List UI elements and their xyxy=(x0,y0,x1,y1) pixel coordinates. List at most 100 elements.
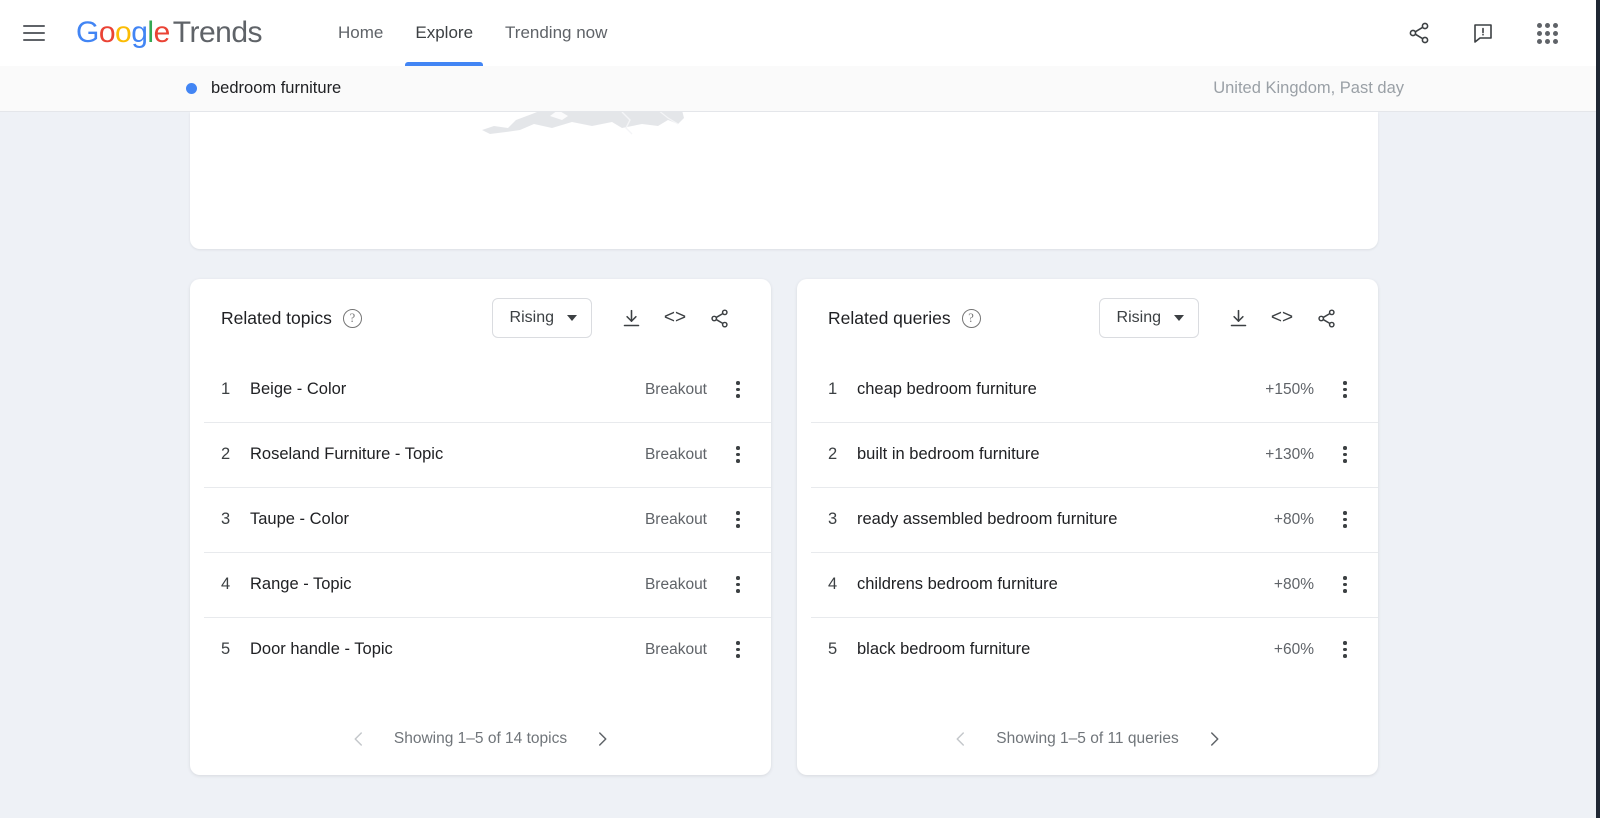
google-trends-logo[interactable]: Go o g l e Trends xyxy=(76,16,263,50)
related-cards-row: Related topics ? Rising <> 1 Beige - Col… xyxy=(190,279,1378,775)
logo-letter: e xyxy=(153,16,171,49)
header-actions xyxy=(1404,18,1600,48)
row-label: Beige - Color xyxy=(250,380,347,398)
nav-tab-trending-now[interactable]: Trending now xyxy=(489,0,623,66)
nav-tab-home[interactable]: Home xyxy=(322,0,399,66)
row-label: childrens bedroom furniture xyxy=(857,575,1058,593)
table-row[interactable]: 4 childrens bedroom furniture +80% xyxy=(797,552,1378,617)
table-row[interactable]: 2 Roseland Furniture - Topic Breakout xyxy=(190,422,771,487)
topics-filter-dropdown[interactable]: Rising xyxy=(491,298,592,338)
share-icon[interactable] xyxy=(1404,18,1434,48)
feedback-icon[interactable] xyxy=(1468,18,1498,48)
prev-page-icon[interactable] xyxy=(342,722,376,756)
embed-glyph: <> xyxy=(1270,307,1294,328)
queries-filter-dropdown[interactable]: Rising xyxy=(1098,298,1199,338)
table-row[interactable]: 1 Beige - Color Breakout xyxy=(190,357,771,422)
search-term-bar: bedroom furniture United Kingdom, Past d… xyxy=(0,66,1600,112)
row-value: Breakout xyxy=(644,380,707,398)
help-circle-icon[interactable]: ? xyxy=(342,308,362,328)
row-value: Breakout xyxy=(644,445,707,463)
row-rank: 1 xyxy=(221,380,231,398)
related-topics-card: Related topics ? Rising <> 1 Beige - Col… xyxy=(190,279,771,775)
window-edge xyxy=(1596,0,1600,818)
download-icon[interactable] xyxy=(1216,298,1260,338)
row-value: +60% xyxy=(1273,640,1314,658)
more-options-icon[interactable] xyxy=(721,503,755,537)
queries-filter-label: Rising xyxy=(1116,309,1161,326)
share-icon[interactable] xyxy=(697,298,741,338)
help-circle-icon[interactable]: ? xyxy=(961,308,981,328)
more-options-icon[interactable] xyxy=(1328,503,1362,537)
next-page-icon[interactable] xyxy=(585,722,619,756)
nav-tab-explore[interactable]: Explore xyxy=(399,0,489,66)
row-rank: 5 xyxy=(828,640,838,658)
table-row[interactable]: 2 built in bedroom furniture +130% xyxy=(797,422,1378,487)
hamburger-menu-icon[interactable] xyxy=(17,16,51,50)
table-row[interactable]: 5 Door handle - Topic Breakout xyxy=(190,617,771,682)
prev-page-icon[interactable] xyxy=(944,722,978,756)
apps-grid-icon[interactable] xyxy=(1532,18,1562,48)
row-value: Breakout xyxy=(644,575,707,593)
more-options-icon[interactable] xyxy=(721,438,755,472)
logo-suffix: Trends xyxy=(172,16,263,49)
more-options-icon[interactable] xyxy=(1328,373,1362,407)
row-label: Roseland Furniture - Topic xyxy=(250,445,444,463)
chevron-down-icon xyxy=(567,315,577,321)
embed-icon[interactable]: <> xyxy=(1260,298,1304,338)
related-queries-tools: Rising <> xyxy=(1098,298,1348,338)
row-label: black bedroom furniture xyxy=(857,640,1031,658)
related-topics-list: 1 Beige - Color Breakout 2 Roseland Furn… xyxy=(190,357,771,703)
row-value: Breakout xyxy=(644,640,707,658)
hamburger-line xyxy=(23,32,45,34)
more-options-icon[interactable] xyxy=(721,373,755,407)
more-options-icon[interactable] xyxy=(1328,633,1362,667)
row-label: Taupe - Color xyxy=(250,510,350,528)
row-label: ready assembled bedroom furniture xyxy=(857,510,1118,528)
row-value: +80% xyxy=(1273,510,1314,528)
chevron-down-icon xyxy=(1174,315,1184,321)
logo-letter: g xyxy=(131,16,148,49)
related-queries-pagination: Showing 1–5 of 11 queries xyxy=(797,703,1378,775)
table-row[interactable]: 5 black bedroom furniture +60% xyxy=(797,617,1378,682)
card-title: Related topics xyxy=(221,307,332,328)
embed-glyph: <> xyxy=(663,307,687,328)
table-row[interactable]: 3 ready assembled bedroom furniture +80% xyxy=(797,487,1378,552)
row-label: Door handle - Topic xyxy=(250,640,393,658)
table-row[interactable]: 4 Range - Topic Breakout xyxy=(190,552,771,617)
hamburger-line xyxy=(23,25,45,27)
related-topics-pagination: Showing 1–5 of 14 topics xyxy=(190,703,771,775)
more-options-icon[interactable] xyxy=(1328,568,1362,602)
card-title: Related queries xyxy=(828,307,951,328)
row-value: +150% xyxy=(1265,380,1314,398)
row-label: built in bedroom furniture xyxy=(857,445,1040,463)
hamburger-line xyxy=(23,39,45,41)
row-rank: 2 xyxy=(828,445,838,463)
search-term-chip[interactable]: bedroom furniture xyxy=(186,79,341,98)
row-rank: 5 xyxy=(221,640,231,658)
pagination-label: Showing 1–5 of 14 topics xyxy=(393,730,568,747)
related-queries-header: Related queries ? Rising <> xyxy=(797,279,1378,357)
row-rank: 4 xyxy=(828,575,838,593)
related-topics-header: Related topics ? Rising <> xyxy=(190,279,771,357)
download-icon[interactable] xyxy=(609,298,653,338)
row-label: cheap bedroom furniture xyxy=(857,380,1037,398)
share-icon[interactable] xyxy=(1304,298,1348,338)
apps-grid-dots xyxy=(1536,22,1558,44)
more-options-icon[interactable] xyxy=(721,568,755,602)
more-options-icon[interactable] xyxy=(1328,438,1362,472)
topics-filter-label: Rising xyxy=(509,309,554,326)
table-row[interactable]: 1 cheap bedroom furniture +150% xyxy=(797,357,1378,422)
primary-nav: Home Explore Trending now xyxy=(322,0,623,66)
row-rank: 4 xyxy=(221,575,231,593)
logo-letter: G xyxy=(76,16,99,49)
related-queries-list: 1 cheap bedroom furniture +150% 2 built … xyxy=(797,357,1378,703)
logo-letter: o xyxy=(98,16,116,49)
table-row[interactable]: 3 Taupe - Color Breakout xyxy=(190,487,771,552)
row-rank: 3 xyxy=(828,510,838,528)
logo-letter: o xyxy=(115,16,132,49)
more-options-icon[interactable] xyxy=(721,633,755,667)
embed-icon[interactable]: <> xyxy=(653,298,697,338)
next-page-icon[interactable] xyxy=(1197,722,1231,756)
row-value: Breakout xyxy=(644,510,707,528)
related-topics-tools: Rising <> xyxy=(491,298,741,338)
